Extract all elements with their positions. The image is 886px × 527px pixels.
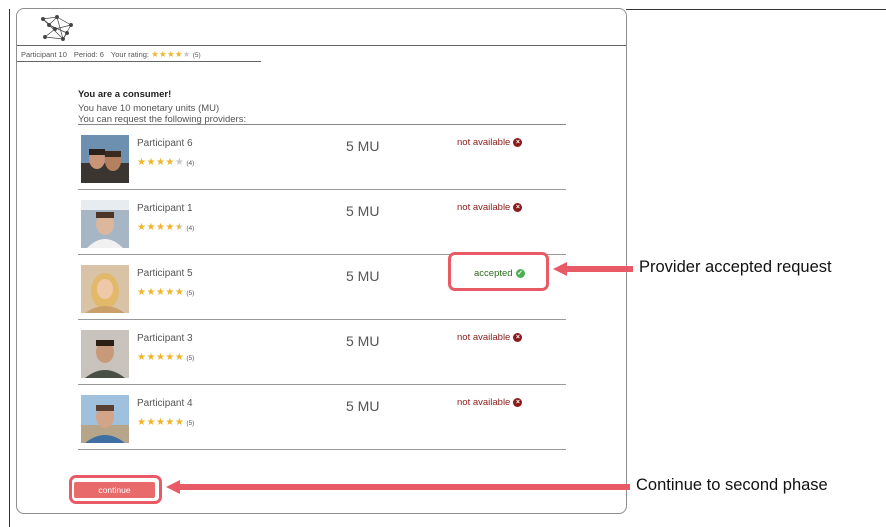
star-icon: ★ — [155, 157, 166, 168]
status-not-available: not available × — [457, 137, 523, 148]
role-heading: You are a consumer! — [78, 89, 172, 100]
star-icon: ★ — [155, 222, 166, 233]
period-label: Period: 6 — [73, 50, 104, 59]
provider-name: Participant 5 — [137, 268, 193, 279]
rating-count: (4) — [186, 160, 195, 167]
provider-row[interactable]: Participant 4 ★★★★★ (5) 5 MU not availabl… — [78, 385, 566, 450]
status-not-available: not available × — [457, 397, 523, 408]
star-icon: ★ — [165, 287, 175, 298]
arrow-left-icon — [553, 262, 633, 276]
provider-name: Participant 6 — [137, 138, 193, 149]
status-label: not available — [457, 397, 511, 408]
accepted-highlight-box — [448, 252, 549, 291]
header-divider — [17, 45, 626, 46]
star-icon: ★ — [146, 287, 156, 298]
annotation-continue: Continue to second phase — [636, 476, 828, 494]
own-rating-stars: ★★★★★ — [151, 49, 191, 59]
provider-rating-stars: ★★★★★ (4) — [137, 157, 194, 168]
star-icon: ★ — [165, 352, 175, 363]
provider-price: 5 MU — [346, 138, 380, 154]
rating-label: Your rating: — [110, 50, 149, 59]
close-circle-icon: × — [513, 138, 523, 147]
network-logo-icon — [41, 15, 73, 41]
provider-name: Participant 4 — [137, 398, 193, 409]
provider-price: 5 MU — [346, 268, 380, 284]
consumer-intro: You are a consumer! You have 10 monetary… — [78, 89, 246, 126]
provider-rating-stars: ★★★★★ (5) — [137, 417, 194, 428]
provider-name: Participant 1 — [137, 203, 193, 214]
star-icon: ★ — [155, 417, 166, 428]
provider-price: 5 MU — [346, 203, 380, 219]
status-not-available: not available × — [457, 202, 523, 213]
rating-count: (4) — [186, 225, 195, 232]
star-icon: ★ — [146, 352, 156, 363]
provider-row[interactable]: Participant 1 ★★★★★ (4) 5 MU not availabl… — [78, 190, 566, 255]
provider-rating-stars: ★★★★★ (4) — [137, 222, 194, 233]
figure-frame-top — [626, 9, 886, 10]
star-icon: ★ — [155, 287, 166, 298]
status-label: not available — [457, 137, 511, 148]
rating-count: (5) — [186, 420, 195, 427]
star-icon: ★ — [174, 157, 185, 168]
close-circle-icon: × — [513, 398, 523, 407]
star-icon: ★ — [174, 352, 185, 363]
star-icon: ★ — [146, 222, 156, 233]
provider-rating-stars: ★★★★★ (5) — [137, 352, 194, 363]
avatar — [81, 330, 129, 378]
status-label: not available — [457, 332, 511, 343]
rating-block: Your rating: ★★★★★ (5) — [111, 49, 201, 60]
arrow-left-icon — [166, 480, 630, 494]
rating-count: (5) — [186, 290, 195, 297]
star-icon: ★ — [165, 157, 175, 168]
star-icon: ★ — [174, 222, 185, 233]
avatar — [81, 395, 129, 443]
star-icon: ★ — [146, 157, 156, 168]
provider-rating-stars: ★★★★★ (5) — [137, 287, 194, 298]
info-divider — [17, 61, 261, 62]
star-icon: ★ — [182, 49, 191, 59]
provider-price: 5 MU — [346, 398, 380, 414]
close-circle-icon: × — [513, 333, 523, 342]
close-circle-icon: × — [513, 203, 523, 212]
star-icon: ★ — [155, 352, 166, 363]
annotation-accepted: Provider accepted request — [639, 258, 832, 276]
star-icon: ★ — [165, 417, 175, 428]
own-rating-count: (5) — [192, 52, 201, 59]
provider-price: 5 MU — [346, 333, 380, 349]
star-icon: ★ — [165, 222, 175, 233]
status-label: not available — [457, 202, 511, 213]
participant-label: Participant 10 — [21, 50, 67, 59]
star-icon: ★ — [151, 49, 160, 59]
star-icon: ★ — [174, 417, 185, 428]
status-not-available: not available × — [457, 332, 523, 343]
avatar — [81, 265, 129, 313]
participant-info-bar: Participant 10 Period: 6 Your rating: ★★… — [21, 49, 201, 60]
star-icon: ★ — [159, 49, 167, 59]
star-icon: ★ — [174, 287, 185, 298]
star-icon: ★ — [174, 49, 183, 59]
star-icon: ★ — [166, 49, 175, 59]
avatar — [81, 200, 129, 248]
provider-row[interactable]: Participant 6 ★★★★★ (4) 5 MU not availabl… — [78, 125, 566, 190]
provider-row[interactable]: Participant 3 ★★★★★ (5) 5 MU not availabl… — [78, 320, 566, 385]
continue-highlight-box — [69, 475, 162, 504]
avatar — [81, 135, 129, 183]
balance-text: You have 10 monetary units (MU) — [78, 102, 220, 114]
figure-frame-left — [9, 9, 10, 527]
provider-name: Participant 3 — [137, 333, 193, 344]
star-icon: ★ — [146, 417, 156, 428]
rating-count: (5) — [186, 355, 195, 362]
